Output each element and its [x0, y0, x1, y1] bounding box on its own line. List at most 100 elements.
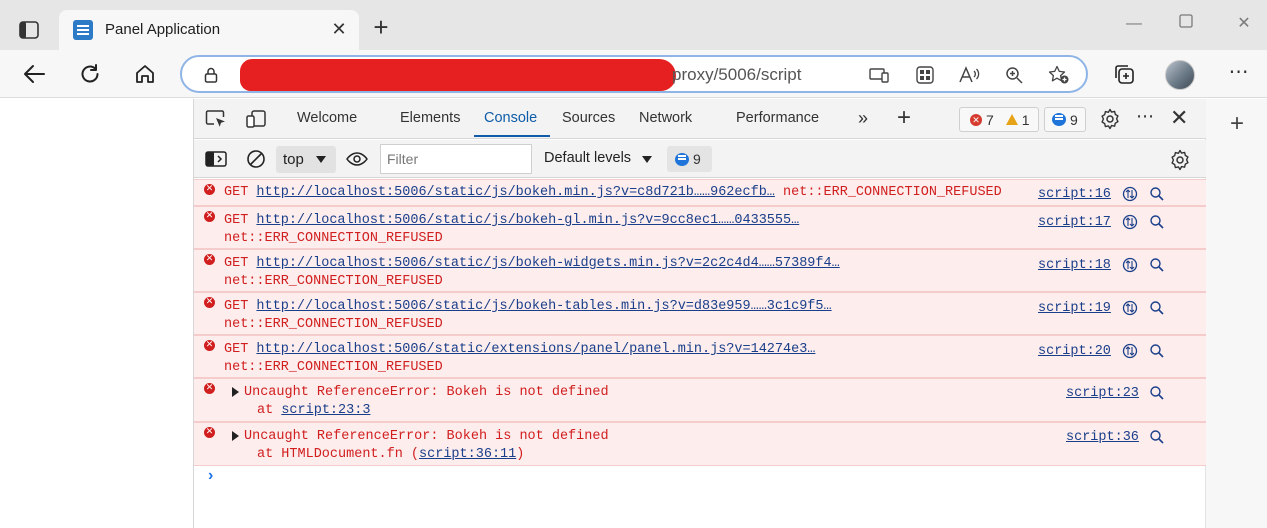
collections-icon[interactable]: [1110, 60, 1138, 88]
request-url-link[interactable]: http://localhost:5006/static/js/bokeh-gl…: [256, 213, 799, 228]
home-icon[interactable]: [131, 60, 159, 88]
devtools-more-icon[interactable]: ⋯: [1136, 106, 1155, 127]
request-method: GET: [224, 185, 249, 200]
request-url-link[interactable]: http://localhost:5006/static/js/bokeh.mi…: [256, 185, 774, 200]
device-emulation-icon[interactable]: [244, 108, 268, 130]
stack-link[interactable]: script:23:3: [281, 403, 370, 418]
search-icon[interactable]: [1149, 343, 1165, 359]
profile-avatar[interactable]: [1165, 60, 1195, 90]
expand-triangle-icon[interactable]: [232, 387, 239, 397]
read-aloud-icon[interactable]: [958, 64, 980, 86]
source-link[interactable]: script:19: [1038, 301, 1111, 316]
console-messages-counter[interactable]: 9: [667, 146, 712, 172]
tab-network[interactable]: Network: [639, 110, 692, 126]
request-url-link[interactable]: http://localhost:5006/static/extensions/…: [256, 342, 815, 357]
apps-grid-icon[interactable]: [914, 64, 936, 86]
request-url-link[interactable]: http://localhost:5006/static/js/bokeh-wi…: [256, 256, 839, 271]
source-link[interactable]: script:20: [1038, 344, 1111, 359]
context-selector[interactable]: top: [276, 146, 336, 173]
sidebar-add-icon[interactable]: +: [1226, 112, 1248, 136]
minimize-icon[interactable]: —: [1122, 12, 1146, 36]
console-error-row: ✕ GET http://localhost:5006/static/js/bo…: [194, 292, 1206, 335]
stack-link[interactable]: script:36:11: [419, 447, 516, 462]
console-sidebar-icon[interactable]: [204, 148, 228, 170]
console-settings-icon[interactable]: [1169, 149, 1191, 174]
console-message-icon: [675, 152, 689, 166]
url-redaction: [240, 59, 676, 91]
message-icon: [1052, 113, 1066, 126]
edge-sidebar: +: [1205, 99, 1267, 528]
tab-performance[interactable]: Performance: [736, 110, 819, 126]
tab-elements[interactable]: Elements: [400, 110, 460, 126]
errors-warnings-counter[interactable]: ✕ 7 1: [959, 107, 1039, 132]
more-tabs-icon[interactable]: »: [858, 108, 868, 129]
error-icon: ✕: [204, 427, 215, 438]
browser-tab[interactable]: Panel Application ✕: [59, 10, 359, 50]
inspect-element-icon[interactable]: [204, 108, 228, 130]
settings-more-icon[interactable]: ⋯: [1225, 60, 1253, 88]
refresh-icon[interactable]: [76, 60, 104, 88]
console-error-row: ✕ GET http://localhost:5006/static/exten…: [194, 335, 1206, 378]
url-text: proxy/5006/script: [672, 65, 802, 84]
stack-prefix: at HTMLDocument.fn (: [257, 447, 420, 462]
chevron-down-icon: [316, 156, 326, 163]
zoom-icon[interactable]: [1003, 64, 1025, 86]
console-error-row: ✕ GET http://localhost:5006/static/js/bo…: [194, 179, 1206, 206]
tab-sources[interactable]: Sources: [562, 110, 615, 126]
search-icon[interactable]: [1149, 300, 1165, 316]
search-icon[interactable]: [1149, 429, 1165, 445]
context-value: top: [283, 151, 304, 168]
source-link[interactable]: script:18: [1038, 258, 1111, 273]
log-levels-dropdown[interactable]: Default levels: [544, 150, 631, 166]
lock-icon[interactable]: [204, 67, 218, 83]
source-link[interactable]: script:17: [1038, 215, 1111, 230]
tab-title: Panel Application: [105, 21, 221, 38]
back-icon[interactable]: [20, 60, 48, 88]
app-available-icon[interactable]: [868, 64, 890, 86]
devtools-settings-icon[interactable]: [1099, 108, 1121, 133]
error-icon: ✕: [204, 383, 215, 394]
source-link[interactable]: script:36: [1066, 430, 1139, 445]
request-url-link[interactable]: http://localhost:5006/static/js/bokeh-ta…: [256, 299, 831, 314]
source-link[interactable]: script:23: [1066, 386, 1139, 401]
error-message: net::ERR_CONNECTION_REFUSED: [224, 231, 443, 246]
source-link[interactable]: script:16: [1038, 187, 1111, 202]
request-method: GET: [224, 213, 249, 228]
console-prompt[interactable]: ›: [208, 467, 213, 485]
search-icon[interactable]: [1149, 257, 1165, 273]
search-icon[interactable]: [1149, 214, 1165, 230]
close-window-icon[interactable]: ✕: [1232, 12, 1256, 36]
page-content-area: [0, 99, 193, 528]
active-tab-indicator: [474, 135, 550, 137]
levels-chevron-down-icon[interactable]: [642, 156, 652, 163]
filter-input[interactable]: [380, 144, 532, 174]
tab-strip: Panel Application ✕ + — ✕: [0, 0, 1267, 50]
clear-console-icon[interactable]: [244, 148, 268, 170]
maximize-icon[interactable]: [1174, 12, 1198, 36]
tab-console[interactable]: Console: [484, 110, 537, 126]
error-message: net::ERR_CONNECTION_REFUSED: [224, 317, 443, 332]
add-favorite-icon[interactable]: [1048, 64, 1070, 86]
new-tab-icon[interactable]: +: [368, 14, 394, 41]
add-tool-icon[interactable]: +: [897, 104, 911, 132]
request-method: GET: [224, 256, 249, 271]
search-icon[interactable]: [1149, 186, 1165, 202]
expand-triangle-icon[interactable]: [232, 431, 239, 441]
console-exception-row: ✕ Uncaught ReferenceError: Bokeh is not …: [194, 422, 1206, 466]
network-request-icon[interactable]: [1122, 186, 1138, 202]
search-icon[interactable]: [1149, 385, 1165, 401]
tab-close-icon[interactable]: ✕: [329, 19, 349, 39]
address-bar[interactable]: proxy/5006/script: [180, 55, 1088, 93]
tab-welcome[interactable]: Welcome: [297, 110, 357, 126]
tab-actions-icon[interactable]: [14, 16, 44, 44]
console-toolbar: top Default levels 9: [194, 140, 1206, 178]
network-request-icon[interactable]: [1122, 214, 1138, 230]
devtools-close-icon[interactable]: ✕: [1170, 105, 1188, 131]
browser-toolbar: proxy/5006/script ⋯: [0, 50, 1267, 98]
messages-counter[interactable]: 9: [1044, 107, 1086, 132]
network-request-icon[interactable]: [1122, 343, 1138, 359]
network-request-icon[interactable]: [1122, 257, 1138, 273]
live-expression-eye-icon[interactable]: [345, 148, 369, 170]
network-request-icon[interactable]: [1122, 300, 1138, 316]
error-message: net::ERR_CONNECTION_REFUSED: [783, 185, 1002, 200]
